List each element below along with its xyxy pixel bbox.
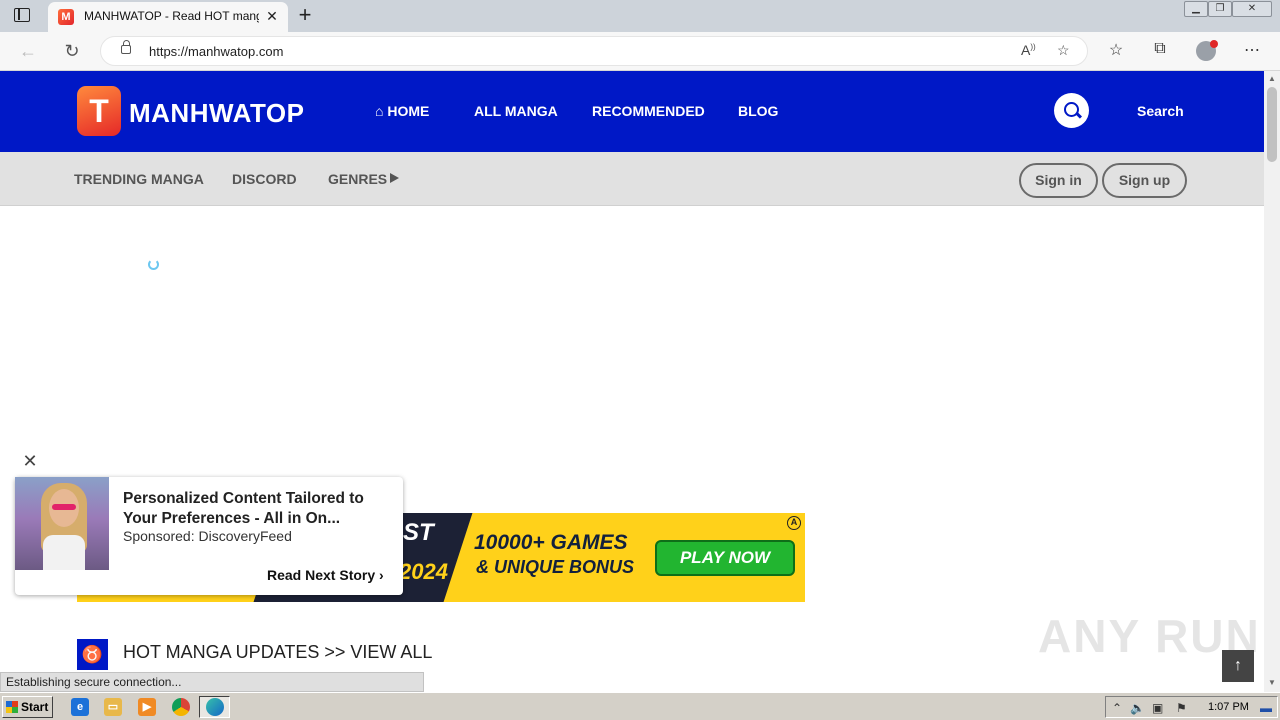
start-button[interactable]: Start (2, 696, 53, 718)
page-scrollbar[interactable]: ▲ ▼ (1264, 71, 1280, 692)
sub-navigation: TRENDING MANGA DISCORD GENRES Sign in Si… (0, 152, 1264, 206)
play-now-button[interactable]: PLAY NOW (655, 540, 795, 576)
volume-icon[interactable]: 🔈 (1130, 701, 1145, 715)
ad-headline[interactable]: Personalized Content Tailored to Your Pr… (123, 489, 393, 529)
banner-text-st: ST (403, 519, 434, 546)
nav-home[interactable]: ⌂ HOME (375, 103, 429, 119)
window-close-icon[interactable]: ✕ (1232, 1, 1272, 17)
nav-all-manga[interactable]: ALL MANGA (474, 103, 558, 119)
close-icon[interactable]: ✕ (264, 8, 280, 25)
banner-headline: 10000+ GAMES (474, 531, 628, 554)
trending-manga-link[interactable]: TRENDING MANGA (74, 171, 204, 187)
restore-icon[interactable]: ❐ (1208, 1, 1232, 17)
nav-blog[interactable]: BLOG (738, 103, 778, 119)
discord-link[interactable]: DISCORD (232, 171, 297, 187)
scroll-down-icon[interactable]: ▼ (1268, 678, 1276, 687)
collections-icon[interactable]: ⧉ (1149, 40, 1171, 58)
clock[interactable]: 1:07 PM (1208, 701, 1249, 713)
edge-taskbar-button[interactable] (199, 696, 230, 718)
tray-arrow-icon[interactable]: ⌃ (1112, 701, 1122, 715)
scroll-thumb[interactable] (1267, 87, 1277, 162)
folder-icon[interactable]: ▭ (104, 698, 122, 716)
favorites-icon[interactable]: ☆ (1105, 40, 1127, 60)
plus-icon[interactable]: + (296, 3, 314, 27)
edge-icon (206, 698, 224, 716)
read-aloud-icon[interactable]: A)) (1021, 42, 1036, 58)
taskbar: Start e ▭ ▶ ⌃ 🔈 ▣ ⚑ 1:07 PM ▬ (0, 692, 1280, 720)
more-icon[interactable]: ⋯ (1241, 40, 1263, 60)
add-favorite-icon[interactable]: ☆ (1057, 42, 1070, 59)
network-icon[interactable]: ▣ (1152, 701, 1163, 715)
windows-logo-icon (6, 701, 18, 713)
tab-list-icon[interactable] (14, 8, 30, 22)
media-player-icon[interactable]: ▶ (138, 698, 156, 716)
start-label: Start (21, 700, 49, 714)
nav-home-label: HOME (387, 103, 430, 119)
show-desktop-icon[interactable]: ▬ (1260, 701, 1272, 715)
search-icon[interactable] (1054, 93, 1089, 128)
back-icon[interactable]: ← (16, 40, 40, 62)
browser-tab-bar: M MANHWATOP - Read HOT manga ✕ + ▁ ❐ ✕ (0, 0, 1280, 32)
address-bar: ← ↻ https://manhwatop.com A)) ☆ ☆ ⧉ ⋯ (0, 32, 1280, 71)
lock-icon[interactable] (121, 40, 131, 54)
banner-year: 2024 (399, 559, 448, 584)
scroll-up-icon[interactable]: ▲ (1268, 74, 1276, 83)
url-field[interactable]: https://manhwatop.com A)) ☆ (100, 36, 1088, 66)
logo-text[interactable]: MANHWATOP (129, 98, 304, 129)
loading-spinner-icon (148, 259, 159, 270)
logo-icon[interactable]: T (77, 86, 121, 136)
search-label[interactable]: Search (1137, 103, 1184, 119)
read-next-story-link[interactable]: Read Next Story › (267, 567, 384, 583)
caret-right-icon[interactable] (390, 173, 399, 183)
tab-title: MANHWATOP - Read HOT manga (84, 9, 259, 23)
genres-link[interactable]: GENRES (328, 171, 387, 187)
status-bar: Establishing secure connection... (0, 672, 424, 692)
system-tray: ⌃ 🔈 ▣ ⚑ 1:07 PM ▬ (1105, 696, 1278, 718)
profile-icon[interactable] (1196, 40, 1218, 61)
ad-close-icon[interactable]: ✕ (22, 451, 38, 472)
reload-icon[interactable]: ↻ (60, 40, 84, 62)
medal-icon: ♉ (77, 639, 108, 670)
sign-in-button[interactable]: Sign in (1019, 163, 1098, 198)
sign-up-button[interactable]: Sign up (1102, 163, 1187, 198)
nav-recommended[interactable]: RECOMMENDED (592, 103, 705, 119)
browser-tab[interactable]: M MANHWATOP - Read HOT manga ✕ (48, 2, 288, 32)
ad-cta-label: Read Next Story (267, 567, 376, 583)
section-title[interactable]: HOT MANGA UPDATES >> VIEW ALL (123, 642, 432, 663)
site-header: T MANHWATOP ⌂ HOME ALL MANGA RECOMMENDED… (0, 71, 1264, 152)
favicon-icon: M (58, 9, 74, 25)
minimize-icon[interactable]: ▁ (1184, 1, 1208, 17)
url-text[interactable]: https://manhwatop.com (149, 44, 283, 59)
chrome-icon[interactable] (172, 698, 190, 716)
back-to-top-icon[interactable]: ↑ (1222, 650, 1254, 682)
page-viewport: T MANHWATOP ⌂ HOME ALL MANGA RECOMMENDED… (0, 71, 1264, 692)
ad-choices-icon[interactable]: A (787, 516, 801, 530)
ad-thumbnail[interactable] (15, 477, 109, 570)
home-icon: ⌂ (375, 103, 388, 119)
flag-icon[interactable]: ⚑ (1176, 701, 1187, 715)
ad-sponsor: Sponsored: DiscoveryFeed (123, 528, 292, 544)
banner-subline: & UNIQUE BONUS (476, 557, 635, 577)
popup-ad-card[interactable]: Personalized Content Tailored to Your Pr… (15, 477, 403, 595)
ie-icon[interactable]: e (71, 698, 89, 716)
chevron-right-icon: › (379, 567, 384, 583)
